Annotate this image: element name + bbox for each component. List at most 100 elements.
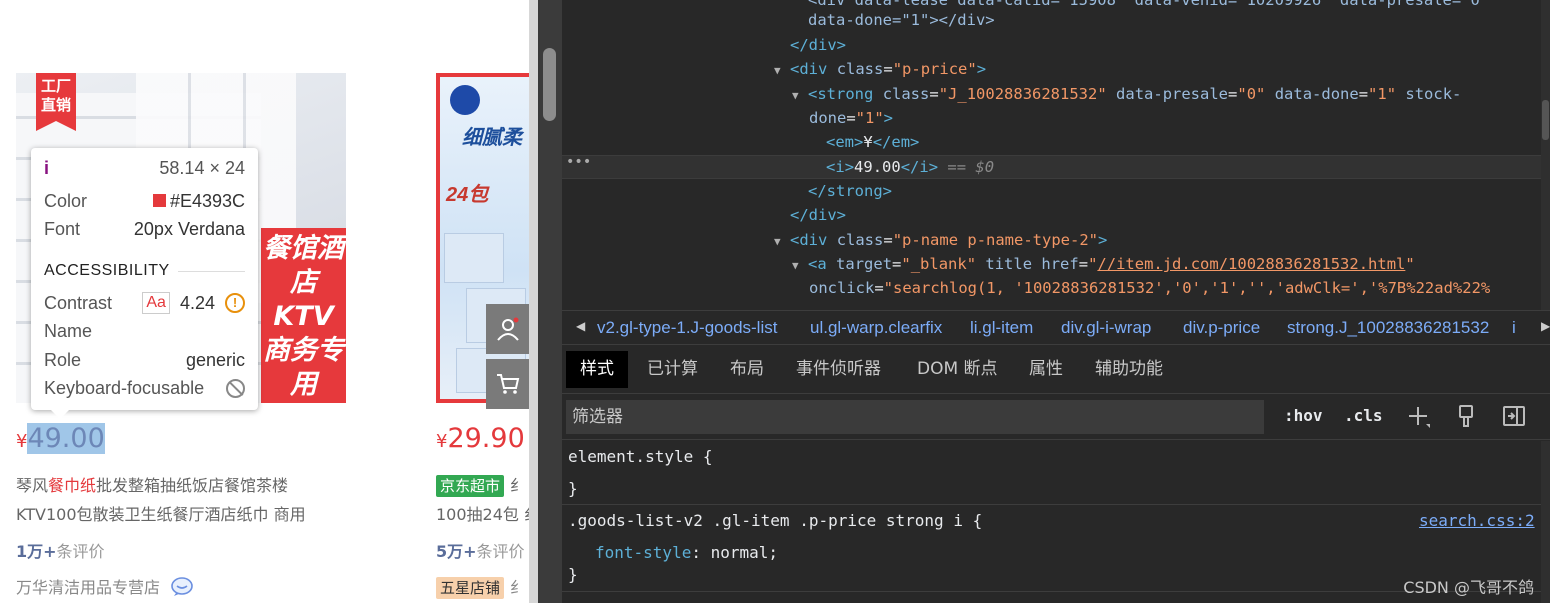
dom-line[interactable]: data-done="1"></div> [808,8,995,32]
review-count-2[interactable]: 5万+条评价 [436,538,525,562]
font-value: 20px Verdana [133,219,245,239]
expand-triangle-icon[interactable]: ▼ [774,59,790,83]
expand-triangle-icon[interactable]: ▼ [774,230,790,254]
product-name-1[interactable]: 琴风餐巾纸批发整箱抽纸饭店餐馆茶楼 KTV100包散装卫生纸餐厅酒店纸巾 商用 [16,471,306,529]
dom-close-tag: </div> [790,36,846,54]
user-float-button[interactable] [486,304,529,354]
dom-attr-value: "J_10028836281532" [938,85,1107,103]
tab-accessibility[interactable]: 辅助功能 [1081,351,1177,388]
review-count-1[interactable]: 1万+条评价 [16,538,105,562]
role-value: generic [185,350,245,370]
tooltip-header: i 58.14 × 24 [44,158,245,179]
tab-event-listeners[interactable]: 事件侦听器 [782,351,895,388]
dom-attr-value: "p-price" [892,60,977,78]
screenshot-root: 工厂直销 餐馆酒店KTV商务专用 ¥49.00 琴风餐巾纸批发整箱抽纸饭店餐馆茶… [0,0,1550,603]
dom-line[interactable]: </strong> [808,179,892,203]
dom-close-tag: </strong> [808,182,892,200]
elements-dom-tree[interactable]: ••• <div data-lease data-catid="15908" d… [562,0,1550,310]
tooltip-accessibility-header: ACCESSIBILITY [44,262,245,280]
shop-name-2[interactable]: 五星店铺纟 [436,574,526,599]
expand-triangle-icon[interactable]: ▼ [792,254,808,278]
toggle-sidebar-icon[interactable] [1500,402,1528,430]
dom-line-a[interactable]: ▼ <a target="_blank" title href="//item.j… [792,252,1415,278]
style-declaration[interactable]: font-style: normal; [595,543,778,562]
dom-line-strong[interactable]: ▼ <strong class="J_10028836281532" data-p… [792,82,1461,108]
breadcrumb-item[interactable]: li.gl-item [970,318,1033,338]
breadcrumb-item-selected[interactable]: i [1512,318,1516,338]
product-name-highlight: 餐巾纸 [48,476,97,495]
image-pack-count: 24包 [446,184,489,206]
cart-float-button[interactable] [486,359,529,409]
tab-styles[interactable]: 样式 [566,351,628,388]
dom-attr: class [836,60,884,78]
hover-state-toggle[interactable]: :hov [1284,406,1323,425]
contrast-sample: Aa [142,292,170,314]
tooltip-tag-name: i [44,158,50,178]
class-toggle[interactable]: .cls [1344,406,1383,425]
dom-line[interactable]: </div> [790,203,846,227]
styles-filter-input[interactable] [566,400,1264,434]
csdn-watermark: CSDN @飞哥不鸽 [1403,578,1534,597]
css-property[interactable]: font-style [595,543,691,562]
breadcrumb-left-arrow-icon[interactable]: ◀ [576,319,585,333]
dom-tag: strong [817,85,874,103]
contrast-value: 4.24 [179,292,215,313]
page-scrollbar-thumb[interactable] [543,48,556,121]
paint-brush-icon[interactable] [1452,402,1480,430]
color-value: #E4393C [169,191,245,211]
dom-line[interactable]: done="1"> [809,106,893,130]
dom-line-i-selected[interactable]: <i>49.00</i> == $0 [826,155,994,179]
element-style-selector[interactable]: element.style { [568,447,713,466]
pane-divider[interactable] [529,0,538,603]
tab-properties[interactable]: 属性 [1015,351,1077,388]
dom-tree-scrollbar-thumb[interactable] [1542,100,1549,140]
product-name-line2: KTV100包散装卫生纸餐厅酒店纸巾 商用 [16,505,306,524]
css-value[interactable]: normal; [711,543,778,562]
tab-layout[interactable]: 布局 [716,351,778,388]
dom-attr: href [1041,255,1079,273]
dom-line[interactable]: </div> [790,33,846,57]
dom-line-p-name[interactable]: ▼ <div class="p-name p-name-type-2"> [774,228,1107,254]
contrast-label: Contrast [44,292,113,313]
chat-bubble-icon[interactable] [171,577,193,597]
dom-tree-scrollbar[interactable] [1541,0,1550,310]
breadcrumb-item[interactable]: strong.J_10028836281532 [1287,318,1489,338]
product-price-2: ¥29.90 [436,423,525,454]
add-rule-icon[interactable] [1404,402,1432,430]
product-listing-page: 工厂直销 餐馆酒店KTV商务专用 ¥49.00 琴风餐巾纸批发整箱抽纸饭店餐馆茶… [0,0,529,603]
breadcrumb-item[interactable]: div.p-price [1183,318,1260,338]
tab-dom-breakpoints[interactable]: DOM 断点 [903,351,1012,388]
breadcrumb-item[interactable]: v2.gl-type-1.J-goods-list [597,318,777,338]
dom-attr-value: "1" [1368,85,1397,103]
tooltip-role-row: Role generic [44,350,245,371]
dom-attr: done [809,109,847,127]
dom-line[interactable]: onclick="searchlog(1, '10028836281532','… [809,276,1490,300]
dom-href-link[interactable]: //item.jd.com/10028836281532.html [1097,255,1405,273]
rule-source-link[interactable]: search.css:2 [1419,511,1535,530]
dom-attr: stock- [1405,85,1462,103]
shop-name-1[interactable]: 万华清洁用品专营店 [16,574,193,598]
rule-separator [562,504,1541,505]
cart-icon [496,374,519,394]
dom-tag: i [835,158,845,176]
styles-scrollbar[interactable] [1541,441,1550,603]
price-value: 29.90 [447,423,525,454]
dom-line-p-price[interactable]: ▼ <div class="p-price"> [774,57,986,83]
dom-tag: i [919,158,929,176]
factory-direct-tag: 工厂直销 [36,73,76,131]
styles-pane-tabs: 样式 已计算 布局 事件侦听器 DOM 断点 属性 辅助功能 [562,345,1550,394]
breadcrumb-item[interactable]: div.gl-i-wrap [1061,318,1151,338]
rule-selector[interactable]: .goods-list-v2 .gl-item .p-price strong … [568,511,982,530]
review-number: 5万+ [436,542,477,561]
jd-supermarket-tag: 京东超市 [436,475,505,497]
breadcrumb-right-arrow-icon[interactable]: ▶ [1541,319,1550,333]
dom-line-em[interactable]: <em>¥</em> [826,130,919,154]
product-name-2[interactable]: 京东超市纟 100抽24包 纟 [436,471,529,529]
node-actions-ellipsis[interactable]: ••• [566,154,591,170]
dom-attr-value: "p-name p-name-type-2" [892,231,1099,249]
expand-triangle-icon[interactable]: ▼ [792,84,808,108]
tooltip-color-row: Color #E4393C [44,191,245,212]
role-label: Role [44,350,82,370]
tab-computed[interactable]: 已计算 [633,351,712,388]
breadcrumb-item[interactable]: ul.gl-warp.clearfix [810,318,942,338]
